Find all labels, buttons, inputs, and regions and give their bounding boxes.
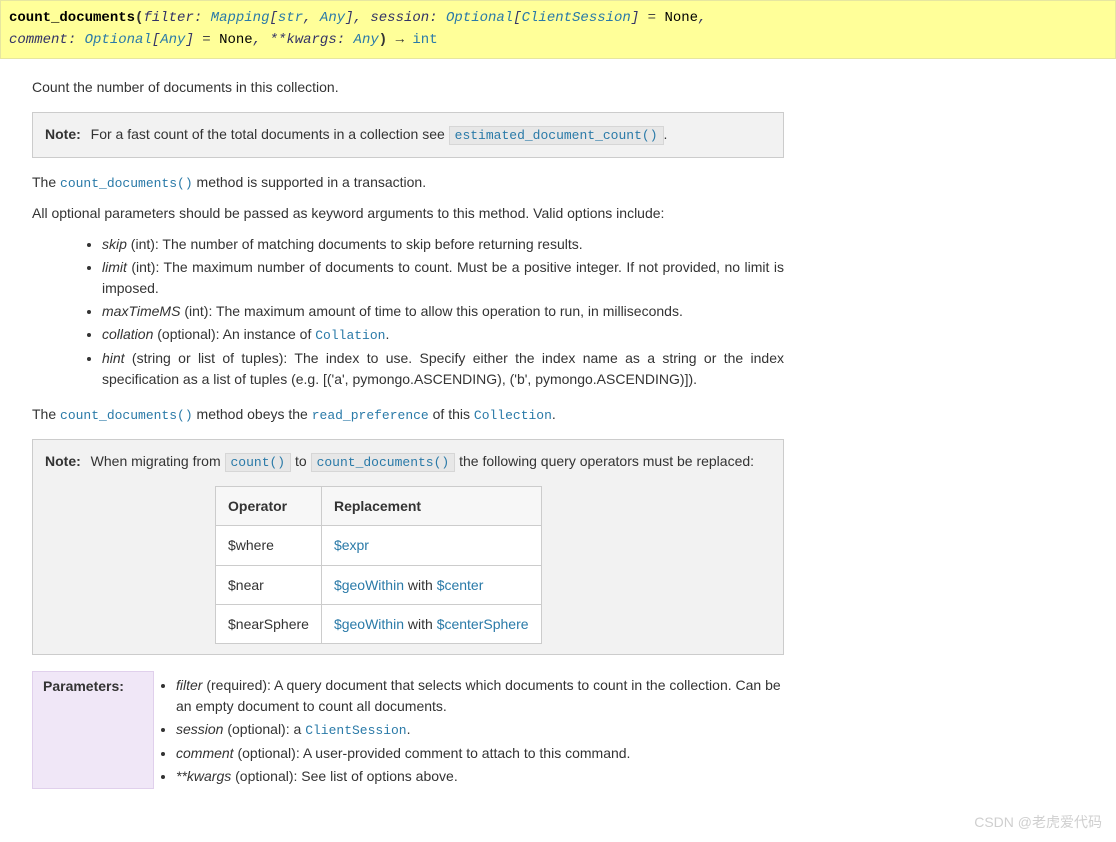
- paragraph-transaction: The count_documents() method is supporte…: [32, 172, 784, 194]
- link-count-documents[interactable]: count_documents(): [60, 176, 193, 191]
- list-item: skip (int): The number of matching docum…: [102, 234, 784, 255]
- parameters-label: Parameters:: [32, 671, 154, 789]
- link-clientsession[interactable]: ClientSession: [305, 723, 406, 738]
- list-item: limit (int): The maximum number of docum…: [102, 257, 784, 299]
- close-paren: ): [379, 32, 387, 48]
- code-count-documents: count_documents(): [311, 453, 456, 472]
- replacement-table: Operator Replacement $where $expr $near …: [215, 486, 542, 645]
- table-row: $near $geoWithin with $center: [216, 565, 542, 604]
- link-collation[interactable]: Collation: [315, 328, 385, 343]
- description: Count the number of documents in this co…: [32, 77, 784, 98]
- paragraph-read-preference: The count_documents() method obeys the r…: [32, 404, 784, 426]
- link-estimated-document-count[interactable]: estimated_document_count(): [449, 126, 664, 145]
- link-geowithin[interactable]: $geoWithin: [334, 577, 404, 593]
- table-header-operator: Operator: [216, 486, 322, 525]
- paragraph-options-intro: All optional parameters should be passed…: [32, 203, 784, 224]
- code-count: count(): [225, 453, 292, 472]
- options-list: skip (int): The number of matching docum…: [32, 234, 784, 390]
- sig-param-session: session: [370, 10, 429, 26]
- watermark: CSDN @老虎爱代码: [974, 812, 1102, 832]
- list-item: comment (optional): A user-provided comm…: [176, 743, 784, 764]
- link-read-preference[interactable]: read_preference: [312, 408, 429, 423]
- table-header-replacement: Replacement: [321, 486, 541, 525]
- list-item: filter (required): A query document that…: [176, 675, 784, 717]
- note-title: Note:: [45, 453, 81, 469]
- table-row: $where $expr: [216, 526, 542, 565]
- link-collection[interactable]: Collection: [474, 408, 552, 423]
- arrow-icon: →: [396, 32, 404, 48]
- list-item: **kwargs (optional): See list of options…: [176, 766, 784, 787]
- sig-param-comment: comment: [9, 32, 68, 48]
- link-centersphere[interactable]: $centerSphere: [437, 616, 529, 632]
- list-item: collation (optional): An instance of Col…: [102, 324, 784, 346]
- sig-param-filter: filter: [143, 10, 193, 26]
- link-count-documents2[interactable]: count_documents(): [60, 408, 193, 423]
- sig-type-mapping: Mapping: [211, 10, 270, 26]
- sig-return-type: int: [412, 32, 437, 48]
- list-item: hint (string or list of tuples): The ind…: [102, 348, 784, 390]
- list-item: maxTimeMS (int): The maximum amount of t…: [102, 301, 784, 322]
- note-title: Note:: [45, 126, 81, 142]
- link-expr[interactable]: $expr: [334, 537, 369, 553]
- sig-param-kwargs: **kwargs: [270, 32, 337, 48]
- note-text: For a fast count of the total documents …: [91, 126, 449, 142]
- note-migration: Note: When migrating from count() to cou…: [32, 439, 784, 655]
- note-fast-count: Note: For a fast count of the total docu…: [32, 112, 784, 158]
- link-geowithin2[interactable]: $geoWithin: [334, 616, 404, 632]
- sig-name: count_documents: [9, 10, 135, 26]
- sig-type-optional: Optional: [446, 10, 513, 26]
- list-item: session (optional): a ClientSession.: [176, 719, 784, 741]
- link-center[interactable]: $center: [437, 577, 484, 593]
- function-signature: count_documents(filter: Mapping[str, Any…: [0, 0, 1116, 59]
- parameters-section: Parameters: filter (required): A query d…: [32, 671, 784, 789]
- table-row: $nearSphere $geoWithin with $centerSpher…: [216, 605, 542, 644]
